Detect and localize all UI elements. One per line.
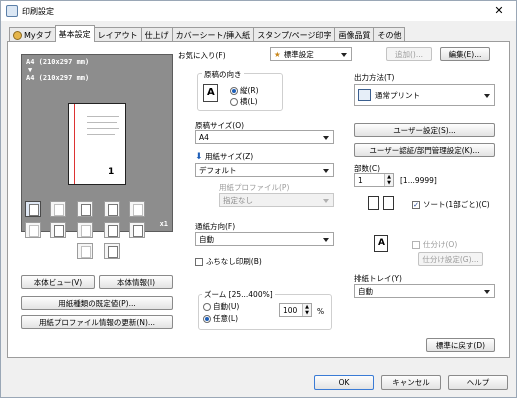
cover-icon[interactable] [104, 222, 120, 238]
preview-page-number: 1 [108, 167, 115, 177]
original-size-select[interactable]: A4 [195, 130, 334, 144]
copies-range: [1...9999] [400, 176, 437, 185]
rotate-icon[interactable] [129, 201, 145, 217]
preview-arrow: ▼ [28, 66, 33, 74]
tab-cover-sheet[interactable]: カバーシート/挿入紙 [171, 27, 255, 42]
preview-original-size: A4 (210x297 mm) [26, 58, 90, 66]
offset-icon: A [374, 235, 388, 252]
ok-button[interactable]: OK [314, 375, 374, 390]
tab-other[interactable]: その他 [373, 27, 406, 42]
combine-icon[interactable] [77, 201, 93, 217]
stamp-icon[interactable] [77, 243, 93, 259]
punch-icon[interactable] [50, 222, 66, 238]
favorite-icon: ★ [274, 49, 281, 59]
tab-finishing[interactable]: 仕上げ [140, 27, 173, 42]
window-title: 印刷設定 [22, 6, 54, 16]
output-method-select[interactable]: 通常プリント [354, 84, 495, 106]
body-info-button[interactable]: 本体情報(I) [99, 275, 173, 289]
star-icon [13, 30, 22, 40]
reset-defaults-button[interactable]: 標準に戻す(D) [426, 338, 495, 352]
orientation-portrait-radio[interactable]: 縦(R) [230, 85, 259, 96]
preview-pane: A4 (210x297 mm) ▼ A4 (210x297 mm) 1 x1 [21, 54, 173, 232]
paper-type-default-button[interactable]: 用紙種類の既定値(P)... [21, 296, 173, 310]
zoom-auto-radio[interactable]: 自動(U) [203, 301, 239, 312]
zoom-value-input[interactable]: 100 ▲ ▼ [279, 303, 312, 317]
preview-copies: x1 [159, 220, 168, 228]
help-button[interactable]: ヘルプ [448, 375, 508, 390]
offset-checkbox[interactable]: 仕分け(O) [412, 239, 457, 250]
basic-settings-panel: A4 (210x297 mm) ▼ A4 (210x297 mm) 1 x1 本… [7, 41, 510, 358]
borderless-checkbox[interactable]: ふちなし印刷(B) [195, 256, 262, 267]
down-arrow-icon: ⬇ [195, 152, 203, 162]
orientation-label: 原稿の向き [202, 69, 244, 80]
watermark-icon[interactable] [129, 222, 145, 238]
tab-image-quality[interactable]: 画像品質 [334, 27, 375, 42]
offset-settings-button[interactable]: 仕分け設定(G)... [418, 252, 483, 266]
print-settings-window: 印刷設定 ✕ Myタブ 基本設定 レイアウト 仕上げ カバーシート/挿入紙 スタ… [0, 0, 517, 398]
zoom-manual-radio[interactable]: 任意(L) [203, 313, 238, 324]
paper-size-select[interactable]: デフォルト [195, 163, 334, 177]
collate-checkbox[interactable]: ✓ ソート(1部ごと)(C) [412, 199, 490, 210]
user-settings-button[interactable]: ユーザー設定(S)... [354, 123, 495, 137]
favorites-label: お気に入り(F) [178, 51, 226, 60]
cancel-button[interactable]: キャンセル [381, 375, 441, 390]
paper-direction-label: 通紙方向(F) [195, 222, 236, 231]
duplex-icon[interactable] [50, 201, 66, 217]
preview-page: 1 [68, 103, 126, 185]
collate-icon [368, 194, 396, 212]
paper-profile-select[interactable]: 指定なし [219, 193, 334, 207]
user-auth-settings-button[interactable]: ユーザー認証/部門管理設定(K)... [354, 143, 495, 157]
paper-profile-label: 用紙プロファイル(P) [219, 183, 290, 192]
fold-icon[interactable] [77, 222, 93, 238]
title-bar: 印刷設定 ✕ [1, 1, 516, 21]
paper-size-label: ⬇ 用紙サイズ(Z) [195, 152, 254, 162]
portrait-page-icon: A [203, 84, 218, 102]
close-button[interactable]: ✕ [486, 3, 512, 18]
tab-my-tab[interactable]: Myタブ [9, 27, 56, 42]
output-tray-select[interactable]: 自動 [354, 284, 495, 298]
paper-direction-select[interactable]: 自動 [195, 232, 334, 246]
tab-layout[interactable]: レイアウト [93, 27, 142, 42]
output-tray-label: 排紙トレイ(Y) [354, 274, 402, 283]
orientation-landscape-radio[interactable]: 横(L) [230, 96, 258, 107]
preview-paper-size: A4 (210x297 mm) [26, 74, 90, 82]
staple-icon[interactable] [25, 222, 41, 238]
add-favorite-button[interactable]: 追加()... [386, 47, 432, 61]
zoom-label: ズーム [25...400%] [202, 289, 275, 300]
zoom-unit: % [317, 307, 325, 316]
booklet-icon[interactable] [104, 201, 120, 217]
tab-stamp[interactable]: スタンプ/ページ印字 [253, 27, 336, 42]
output-method-label: 出力方法(T) [354, 73, 395, 82]
favorites-select[interactable]: ★ 標準設定 [270, 47, 352, 61]
paper-profile-update-button[interactable]: 用紙プロファイル情報の更新(N)... [21, 315, 173, 329]
tab-bar: Myタブ 基本設定 レイアウト 仕上げ カバーシート/挿入紙 スタンプ/ページ印… [9, 25, 406, 42]
print-mode-icon[interactable] [25, 201, 41, 217]
body-view-button[interactable]: 本体ビュー(V) [21, 275, 95, 289]
tab-basic[interactable]: 基本設定 [54, 25, 95, 42]
normal-print-icon [358, 89, 371, 101]
printer-icon [6, 5, 18, 17]
edit-favorite-button[interactable]: 編集(E)... [440, 47, 490, 61]
output-tray-icon[interactable] [104, 243, 120, 259]
copies-input[interactable]: 1 ▲ ▼ [354, 173, 394, 187]
